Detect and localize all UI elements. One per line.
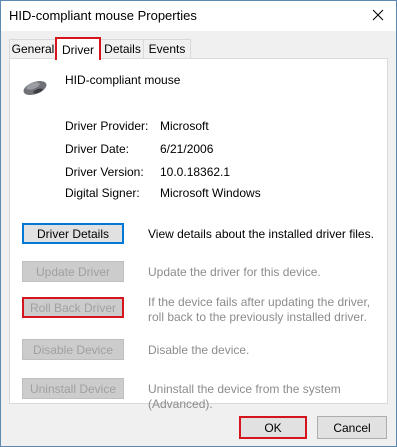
device-name: HID-compliant mouse	[65, 73, 181, 87]
driver-provider-value: Microsoft	[160, 119, 209, 133]
update-driver-button[interactable]: Update Driver	[22, 261, 124, 282]
button-label: Cancel	[333, 420, 371, 435]
tab-label: Driver	[62, 42, 94, 57]
button-label: Driver Details	[36, 226, 109, 241]
tab-events[interactable]: Events	[143, 39, 191, 58]
digital-signer-label: Digital Signer:	[65, 186, 140, 200]
driver-version-label: Driver Version:	[65, 165, 144, 179]
driver-date-label: Driver Date:	[65, 142, 130, 156]
tab-driver[interactable]: Driver	[55, 37, 101, 60]
digital-signer-value: Microsoft Windows	[160, 186, 261, 200]
driver-details-description: View details about the installed driver …	[148, 227, 374, 241]
tab-general[interactable]: General	[9, 39, 57, 58]
button-label: Update Driver	[35, 264, 111, 279]
button-label: OK	[264, 420, 282, 435]
close-icon[interactable]	[364, 2, 392, 28]
driver-date-value: 6/21/2006	[160, 142, 214, 156]
disable-device-description: Disable the device.	[148, 343, 250, 357]
cancel-button[interactable]: Cancel	[317, 416, 387, 439]
tab-label: Details	[104, 42, 141, 56]
driver-details-button[interactable]: Driver Details	[22, 223, 124, 244]
uninstall-device-button[interactable]: Uninstall Device	[22, 378, 124, 399]
roll-back-driver-description: If the device fails after updating the d…	[148, 295, 371, 324]
update-driver-description: Update the driver for this device.	[148, 265, 321, 279]
driver-panel: HID-compliant mouse Driver Provider: Mic…	[9, 58, 388, 411]
button-label: Uninstall Device	[29, 381, 117, 396]
uninstall-device-description: Uninstall the device from the system (Ad…	[148, 382, 341, 411]
roll-back-driver-button[interactable]: Roll Back Driver	[22, 297, 124, 318]
driver-provider-label: Driver Provider:	[65, 119, 149, 133]
mouse-icon	[22, 79, 48, 100]
disable-device-button[interactable]: Disable Device	[22, 339, 124, 360]
properties-dialog: HID-compliant mouse Properties General D…	[0, 0, 397, 447]
driver-version-value: 10.0.18362.1	[160, 165, 231, 179]
title-bar: HID-compliant mouse Properties	[1, 1, 396, 31]
tab-details[interactable]: Details	[100, 39, 145, 58]
dialog-title: HID-compliant mouse Properties	[9, 8, 197, 23]
ok-button[interactable]: OK	[239, 416, 307, 439]
tab-label: Events	[148, 42, 186, 56]
tab-label: General	[11, 42, 55, 56]
button-label: Roll Back Driver	[29, 300, 116, 315]
button-label: Disable Device	[32, 342, 114, 357]
